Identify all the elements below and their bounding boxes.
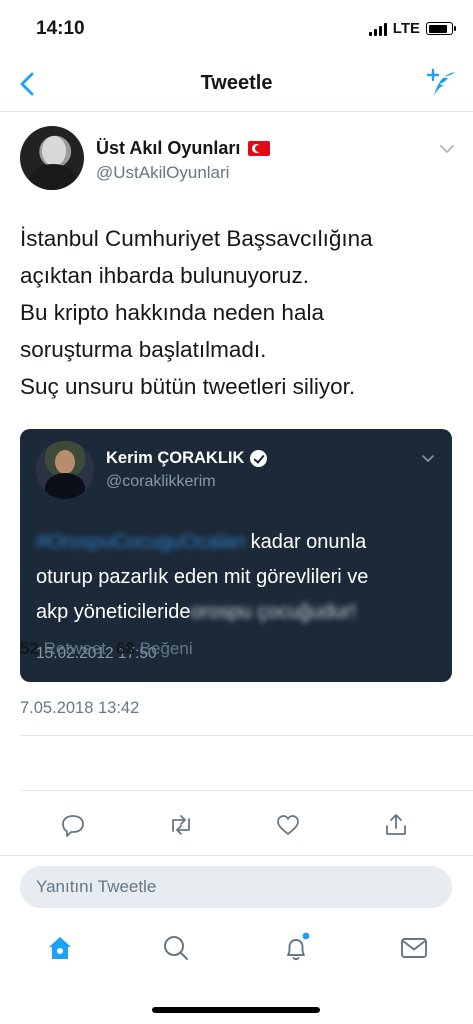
home-icon[interactable] [44, 932, 76, 964]
tweet-stats: 52 Retweet 68 Beğeni [20, 639, 193, 659]
reply-input[interactable] [20, 866, 452, 908]
blurred-hashtag: #OrospuCocuguOcalan [36, 531, 246, 554]
tweet-actions [0, 803, 473, 847]
status-bar: 14:10 LTE [0, 0, 473, 56]
status-time: 14:10 [36, 18, 85, 39]
tweet-text-line: Bu kripto hakkında neden hala [20, 300, 324, 325]
reply-input-container[interactable] [20, 866, 452, 908]
messages-icon[interactable] [398, 932, 430, 964]
quoted-avatar [36, 441, 94, 499]
chevron-down-icon[interactable] [438, 140, 456, 158]
quoted-text-segment: akp yöneticileride [36, 601, 191, 624]
chevron-down-icon[interactable] [420, 451, 436, 467]
quoted-tweet-text: #OrospuCocuguOcalan kadar onunla oturup … [36, 525, 446, 630]
tweet-author[interactable]: Üst Akıl Oyunları @UstAkilOyunlari [20, 126, 460, 192]
tab-bar [0, 926, 473, 976]
tweet-text-line: açıktan ihbarda bulunuyoruz. [20, 263, 309, 288]
search-icon[interactable] [160, 932, 192, 964]
author-name[interactable]: Üst Akıl Oyunları [96, 138, 271, 159]
share-icon[interactable] [382, 811, 410, 839]
status-indicators: LTE [368, 20, 456, 37]
quoted-text-segment: kadar onunla [250, 531, 367, 553]
like-heart-icon[interactable] [274, 811, 302, 839]
quoted-author-handle: @coraklikkerim [106, 473, 216, 490]
quoted-author-name: Kerim ÇORAKLIK [106, 449, 268, 468]
quoted-text-line: oturup pazarlık eden mit görevlileri ve [36, 566, 369, 589]
home-indicator[interactable] [152, 1007, 320, 1013]
page-title: Tweetle [200, 72, 273, 94]
author-handle[interactable]: @UstAkilOyunlari [96, 163, 229, 183]
tweet-text-line: İstanbul Cumhuriyet Başsavcılığına [20, 226, 373, 251]
tweet-timestamp: 7.05.2018 13:42 [20, 699, 140, 717]
like-count: 68 [116, 639, 135, 658]
reply-icon[interactable] [59, 811, 87, 839]
divider [20, 790, 473, 791]
signal-icon [368, 22, 387, 36]
retweet-icon[interactable] [167, 811, 195, 839]
divider [20, 735, 473, 736]
turkish-flag-icon [248, 141, 271, 156]
blurred-text: orospu çocuğudur! [190, 601, 357, 624]
like-stat[interactable]: 68 Beğeni [116, 639, 193, 659]
nav-bar: Tweetle [0, 56, 473, 112]
like-label: Beğeni [139, 639, 193, 658]
compose-tweet-icon[interactable] [423, 66, 459, 102]
quoted-author-name-text: Kerim ÇORAKLIK [106, 449, 245, 467]
author-name-text: Üst Akıl Oyunları [96, 138, 241, 158]
verified-badge-icon [250, 450, 268, 467]
tweet-text-line: soruşturma başlatılmadı. [20, 337, 267, 362]
retweet-label: Retweet [43, 639, 107, 658]
retweet-stat[interactable]: 52 Retweet [20, 639, 106, 659]
notifications-icon[interactable] [280, 932, 312, 964]
avatar[interactable] [20, 126, 84, 190]
network-label: LTE [392, 20, 420, 37]
retweet-count: 52 [20, 639, 39, 658]
divider [0, 855, 473, 856]
tweet-text: İstanbul Cumhuriyet Başsavcılığına açıkt… [20, 220, 460, 405]
battery-icon [426, 22, 456, 35]
tweet-text-line: Suç unsuru bütün tweetleri siliyor. [20, 374, 356, 399]
